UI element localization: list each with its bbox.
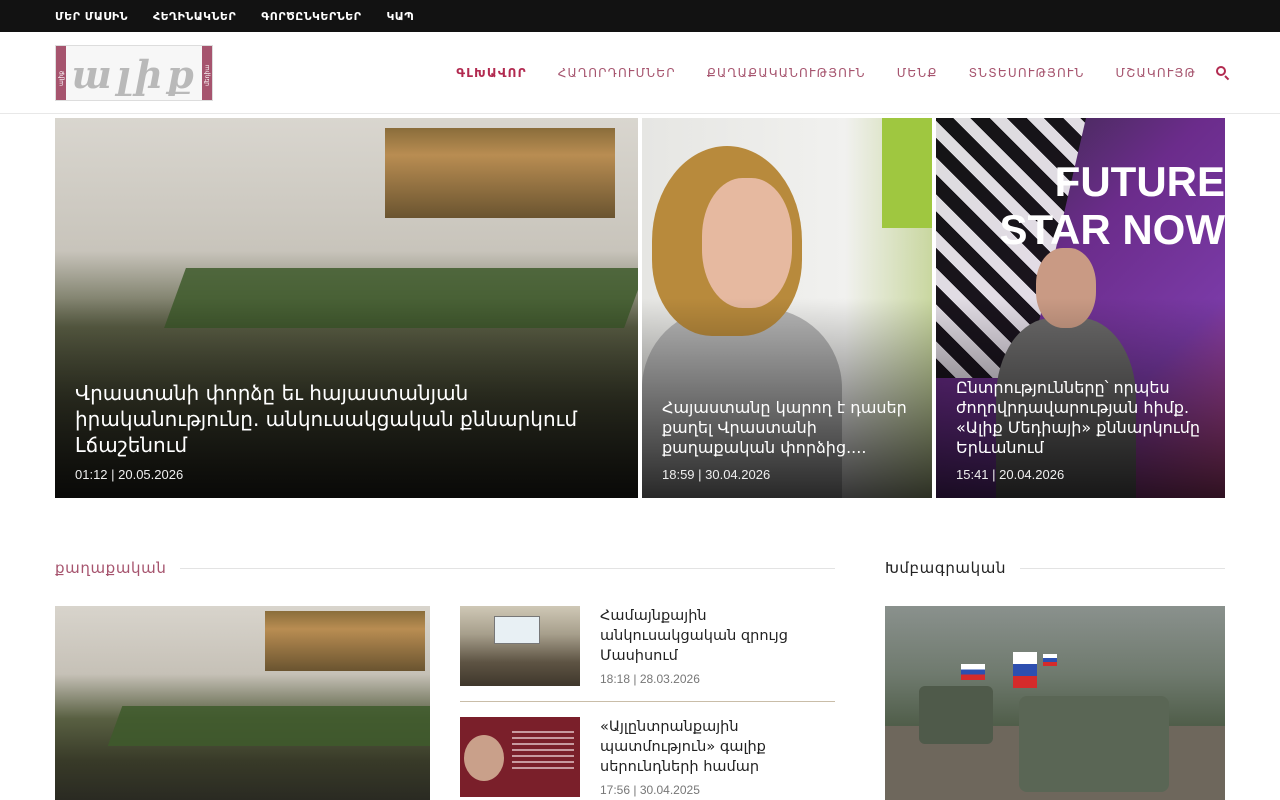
list-item-date: 17:56 | 30.04.2025 [600,783,700,797]
hero-post-2[interactable]: Հայաստանը կարող է դասեր քաղել Վրաստանի ք… [642,118,932,498]
nav-item-broadcasts[interactable]: ՀԱՂՈՐԴՈՒՄՆԵՐ [558,66,676,80]
hero-post-3-image-text: FUTURE STAR NOW [999,158,1225,253]
search-icon[interactable] [1216,66,1230,81]
logo-right-band: մեդիա [202,46,212,100]
list-item-title[interactable]: «Այլընտրանքային պատմություն» գալիք սերու… [600,717,835,777]
nav-item-politics[interactable]: ՔԱՂԱՔԱԿԱՆՈՒԹՅՈՒՆ [707,66,866,80]
hero-post-1[interactable]: Վրաստանի փորձը եւ հայաստանյան իրականությ… [55,118,638,498]
list-item-thumbnail[interactable] [460,606,580,686]
top-bar: ՄԵՐ ՄԱՍԻՆ ՀԵՂԻՆԱԿՆԵՐ ԳՈՐԾԸՆԿԵՐՆԵՐ ԿԱՊ [0,0,1280,32]
logo-wordmark: ալիք [71,51,199,97]
list-item-thumbnail[interactable] [460,717,580,797]
top-menu-contact[interactable]: ԿԱՊ [386,10,414,23]
politics-featured-image[interactable] [55,606,430,800]
top-menu-partners[interactable]: ԳՈՐԾԸՆԿԵՐՆԵՐ [261,10,361,23]
site-header: ալիք ալիք մեդիա ԳԼԽԱՎՈՐ ՀԱՂՈՐԴՈՒՄՆԵՐ ՔԱՂ… [0,32,1280,114]
section-header-editorial: Խմբագրական [885,558,1225,578]
top-menu-about[interactable]: ՄԵՐ ՄԱՍԻՆ [55,10,128,23]
section-divider [180,567,835,569]
list-item[interactable]: «Այլընտրանքային պատմություն» գալիք սերու… [460,717,835,797]
hero-post-3-date: 15:41 | 20.04.2026 [956,467,1065,482]
nav-item-we[interactable]: ՄԵՆՔ [897,66,938,80]
section-title-editorial[interactable]: Խմբագրական [885,559,1006,577]
hero-post-2-date: 18:59 | 30.04.2026 [662,467,771,482]
site-logo[interactable]: ալիք ալիք մեդիա [55,45,213,101]
hero-post-1-title[interactable]: Վրաստանի փորձը եւ հայաստանյան իրականությ… [75,380,618,458]
top-menu: ՄԵՐ ՄԱՍԻՆ ՀԵՂԻՆԱԿՆԵՐ ԳՈՐԾԸՆԿԵՐՆԵՐ ԿԱՊ [55,0,439,32]
hero-post-1-date: 01:12 | 20.05.2026 [75,467,184,482]
list-item-date: 18:18 | 28.03.2026 [600,672,700,686]
logo-left-band: ալիք [56,46,66,100]
hero-post-3-title[interactable]: Ընտրությունները՝ որպես ժողովրդավարության… [956,378,1205,458]
hero-post-3[interactable]: FUTURE STAR NOW Ընտրությունները՝ որպես ժ… [936,118,1225,498]
list-divider [460,701,835,702]
list-item-title[interactable]: Համայնքային անկուսակցական զրույց Մասիսու… [600,606,835,666]
list-item[interactable]: Համայնքային անկուսակցական զրույց Մասիսու… [460,606,835,686]
nav-item-culture[interactable]: ՄՇԱԿՈՒՅԹ [1116,66,1196,80]
politics-list: Համայնքային անկուսակցական զրույց Մասիսու… [460,606,835,797]
section-title-politics[interactable]: քաղաքական [55,559,166,577]
editorial-featured-image[interactable] [885,606,1225,800]
nav-item-main[interactable]: ԳԼԽԱՎՈՐ [456,66,526,80]
main-nav: ԳԼԽԱՎՈՐ ՀԱՂՈՐԴՈՒՄՆԵՐ ՔԱՂԱՔԱԿԱՆՈՒԹՅՈՒՆ ՄԵ… [425,32,1230,114]
nav-item-economy[interactable]: ՏՆՏԵՍՈՒԹՅՈՒՆ [969,66,1085,80]
section-header-politics: քաղաքական [55,558,835,578]
section-divider [1020,567,1225,569]
top-menu-authors[interactable]: ՀԵՂԻՆԱԿՆԵՐ [153,10,236,23]
hero-post-2-title[interactable]: Հայաստանը կարող է դասեր քաղել Վրաստանի ք… [662,398,912,458]
